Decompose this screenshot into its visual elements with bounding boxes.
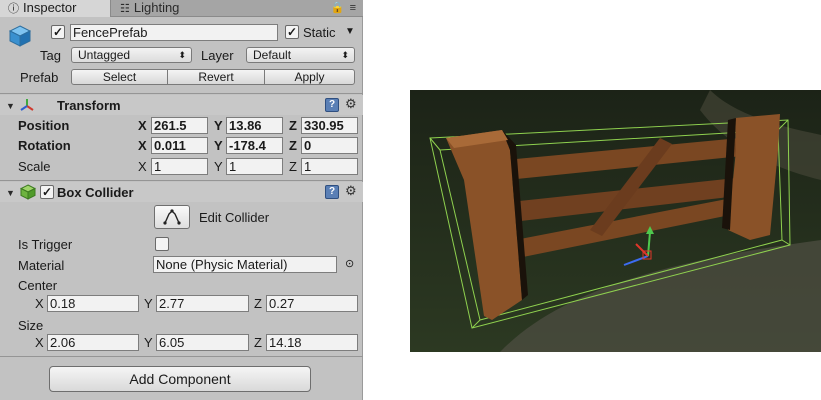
tag-dropdown[interactable]: Untagged ⬍: [71, 47, 192, 63]
x-axis-label[interactable]: X: [35, 296, 44, 311]
tab-inspector[interactable]: ⓘ Inspector: [0, 0, 111, 17]
size-label: Size: [18, 318, 44, 333]
rotation-z-field[interactable]: 0: [301, 137, 358, 154]
info-icon: ⓘ: [8, 3, 19, 15]
rotation-x-field[interactable]: 0.011: [151, 137, 208, 154]
size-z-field[interactable]: 14.18: [266, 334, 358, 351]
transform-header[interactable]: [0, 95, 363, 115]
x-axis-label[interactable]: X: [35, 335, 44, 350]
tab-bar: ⓘ Inspector ☷ Lighting 🔒 ≡: [0, 0, 363, 17]
gameobject-cube-icon: [8, 24, 32, 48]
y-axis-label[interactable]: Y: [214, 159, 223, 174]
box-collider-header[interactable]: [0, 182, 363, 202]
x-axis-label[interactable]: X: [138, 138, 147, 153]
center-y-field[interactable]: 2.77: [156, 295, 249, 312]
transform-axes-icon: [19, 97, 35, 113]
gear-icon[interactable]: ⚙: [345, 183, 357, 199]
chevron-updown-icon: ⬍: [178, 50, 186, 60]
center-label: Center: [18, 278, 58, 293]
x-axis-label[interactable]: X: [138, 118, 147, 133]
scale-label: Scale: [18, 159, 51, 174]
y-axis-label[interactable]: Y: [144, 296, 153, 311]
rotation-y-field[interactable]: -178.4: [226, 137, 283, 154]
is-trigger-label: Is Trigger: [18, 237, 73, 252]
position-label: Position: [18, 118, 70, 133]
add-component-label: Add Component: [129, 371, 231, 387]
active-checkbox[interactable]: ✓: [51, 25, 65, 39]
tab-lighting-label: Lighting: [133, 0, 180, 15]
transform-title: Transform: [57, 98, 121, 113]
divider: [0, 93, 363, 94]
foldout-arrow-icon[interactable]: ▼: [6, 101, 15, 111]
z-axis-label[interactable]: Z: [289, 138, 297, 153]
foldout-arrow-icon[interactable]: ▼: [6, 188, 15, 198]
inspector-panel: ⓘ Inspector ☷ Lighting 🔒 ≡ ✓ FencePrefab ✓…: [0, 0, 363, 400]
gear-icon[interactable]: ⚙: [345, 96, 357, 112]
object-picker-icon[interactable]: ⊙: [345, 257, 354, 270]
tag-label: Tag: [40, 48, 61, 63]
box-collider-title: Box Collider: [57, 185, 134, 200]
layer-dropdown[interactable]: Default ⬍: [246, 47, 355, 63]
edit-collider-icon: [163, 209, 181, 225]
position-z-field[interactable]: 330.95: [301, 117, 358, 134]
tag-value: Untagged: [78, 48, 131, 62]
z-axis-label[interactable]: Z: [254, 335, 262, 350]
scene-view-image[interactable]: [410, 90, 821, 352]
position-y-field[interactable]: 13.86: [226, 117, 283, 134]
is-trigger-checkbox[interactable]: [155, 237, 169, 251]
static-checkbox[interactable]: ✓: [285, 25, 299, 39]
rotation-label: Rotation: [18, 138, 71, 153]
box-collider-icon: [19, 184, 37, 200]
scale-x-field[interactable]: 1: [151, 158, 208, 175]
x-axis-label[interactable]: X: [138, 159, 147, 174]
position-x-field[interactable]: 261.5: [151, 117, 208, 134]
edit-collider-label: Edit Collider: [199, 210, 270, 225]
center-x-field[interactable]: 0.18: [47, 295, 139, 312]
material-field[interactable]: None (Physic Material): [153, 256, 337, 273]
fence-scene-illustration: [410, 90, 821, 352]
box-collider-enabled-checkbox[interactable]: ✓: [40, 185, 54, 199]
z-axis-label[interactable]: Z: [289, 118, 297, 133]
scale-z-field[interactable]: 1: [301, 158, 358, 175]
scale-y-field[interactable]: 1: [226, 158, 283, 175]
chevron-updown-icon: ⬍: [341, 50, 349, 60]
size-x-field[interactable]: 2.06: [47, 334, 139, 351]
object-name-input[interactable]: FencePrefab: [70, 24, 278, 41]
prefab-select-button[interactable]: Select: [71, 69, 168, 85]
prefab-apply-button[interactable]: Apply: [264, 69, 355, 85]
prefab-label: Prefab: [20, 70, 59, 85]
tab-inspector-label: Inspector: [23, 0, 77, 15]
layer-value: Default: [253, 48, 292, 62]
lock-menu-icon[interactable]: 🔒 ≡: [331, 1, 357, 14]
prefab-revert-button[interactable]: Revert: [167, 69, 265, 85]
y-axis-label[interactable]: Y: [214, 118, 223, 133]
size-y-field[interactable]: 6.05: [156, 334, 249, 351]
center-z-field[interactable]: 0.27: [266, 295, 358, 312]
y-axis-label[interactable]: Y: [144, 335, 153, 350]
static-label: Static: [303, 25, 336, 40]
divider: [0, 356, 363, 357]
static-dropdown-arrow-icon[interactable]: ▼: [345, 26, 355, 37]
divider: [0, 180, 363, 181]
material-label: Material: [18, 258, 65, 273]
help-book-icon[interactable]: ?: [325, 185, 339, 199]
edit-collider-button[interactable]: [154, 205, 190, 229]
lighting-icon: ☷: [120, 3, 130, 15]
z-axis-label[interactable]: Z: [289, 159, 297, 174]
add-component-button[interactable]: Add Component: [49, 366, 311, 392]
help-book-icon[interactable]: ?: [325, 98, 339, 112]
tab-lighting[interactable]: ☷ Lighting: [112, 0, 232, 17]
layer-label: Layer: [201, 48, 234, 63]
z-axis-label[interactable]: Z: [254, 296, 262, 311]
y-axis-label[interactable]: Y: [214, 138, 223, 153]
